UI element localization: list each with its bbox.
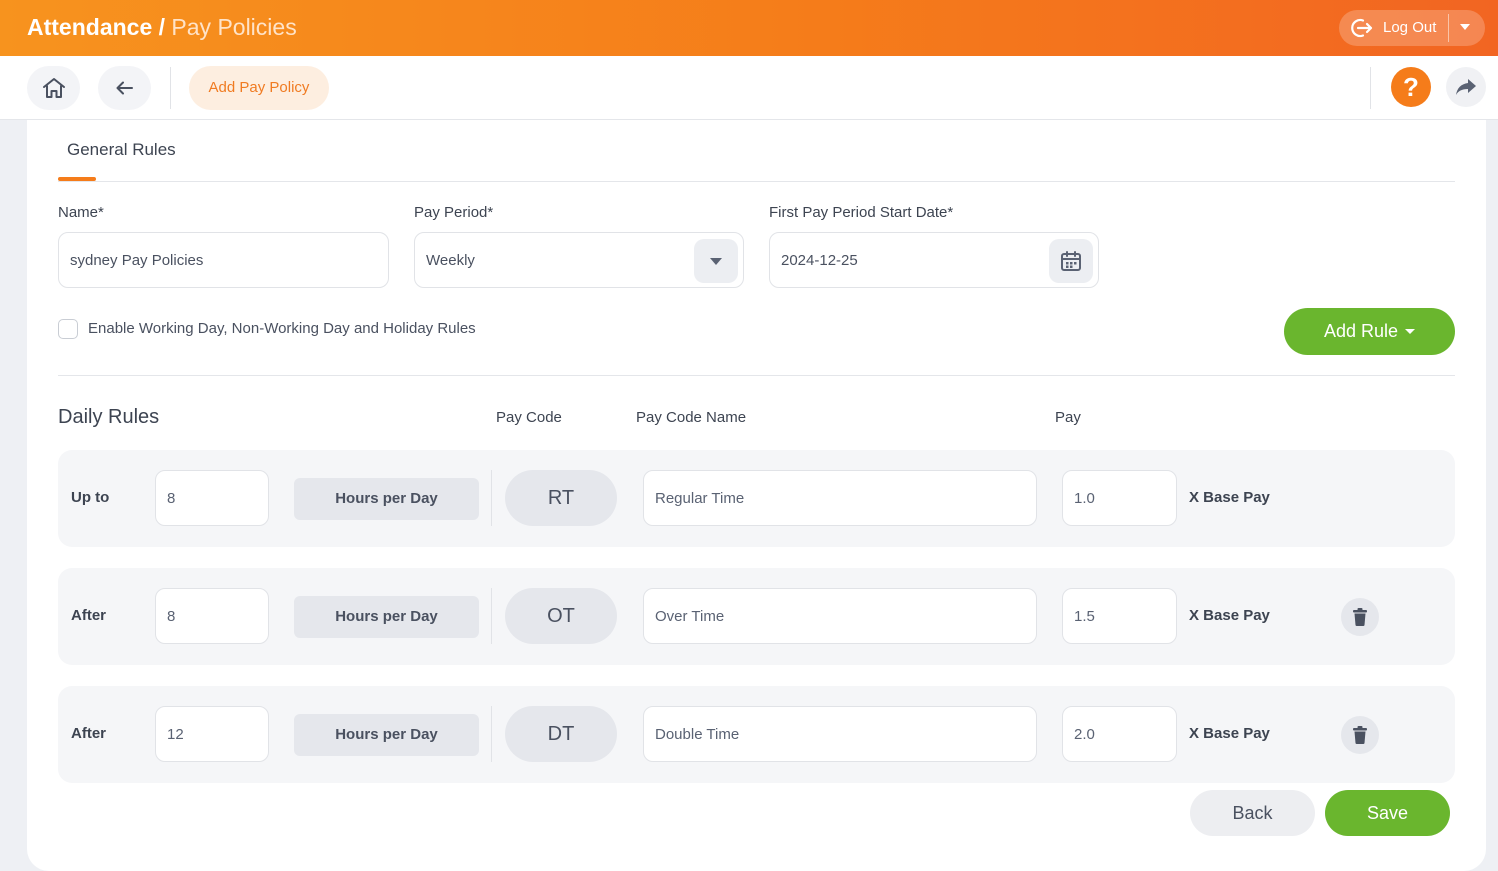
add-rule-button[interactable]: Add Rule	[1284, 308, 1455, 355]
multiplier-input[interactable]: 1.5	[1062, 588, 1177, 644]
col-header-pay-code-name: Pay Code Name	[636, 409, 747, 426]
hours-value: 8	[167, 490, 176, 507]
daily-rules-title: Daily Rules	[58, 406, 160, 428]
hours-value: 8	[167, 608, 176, 625]
toolbar-divider	[1370, 67, 1371, 109]
chevron-down-icon[interactable]	[1460, 24, 1470, 30]
pay-code-name-value: Regular Time	[655, 490, 745, 507]
calendar-icon	[1061, 251, 1081, 271]
pay-code-name-value: Over Time	[655, 608, 725, 625]
multiplier-input[interactable]: 2.0	[1062, 706, 1177, 762]
pay-code-badge[interactable]: DT	[505, 706, 617, 762]
base-pay-suffix: X Base Pay	[1189, 607, 1270, 624]
arrow-left-icon	[116, 81, 133, 95]
multiplier-value: 2.0	[1074, 726, 1095, 743]
rule-row: After 12 Hours per Day DT Double Time 2.…	[58, 686, 1455, 783]
help-button[interactable]: ?	[1391, 67, 1431, 107]
hours-input[interactable]: 8	[155, 588, 269, 644]
pay-code-badge[interactable]: RT	[505, 470, 617, 526]
add-pay-policy-button[interactable]: Add Pay Policy	[189, 66, 329, 110]
toolbar: Add Pay Policy ?	[0, 56, 1498, 120]
logout-divider	[1448, 14, 1449, 42]
start-date-input[interactable]: 2024-12-25	[769, 232, 1099, 288]
trash-icon	[1353, 608, 1367, 626]
logout-label: Log Out	[1383, 19, 1437, 36]
enable-rules-label: Enable Working Day, Non-Working Day and …	[88, 320, 476, 337]
logout-button[interactable]: Log Out	[1339, 10, 1485, 46]
rule-condition: Up to	[71, 489, 110, 506]
toolbar-divider	[170, 67, 171, 109]
help-icon: ?	[1403, 72, 1419, 102]
pay-period-label: Pay Period*	[414, 204, 494, 221]
start-date-label: First Pay Period Start Date*	[769, 204, 954, 221]
active-tab-indicator	[58, 177, 96, 181]
pay-period-value: Weekly	[426, 252, 475, 269]
hours-input[interactable]: 8	[155, 470, 269, 526]
row-divider	[491, 470, 492, 526]
row-divider	[491, 706, 492, 762]
page-title: Attendance / Pay Policies	[27, 14, 297, 41]
share-button[interactable]	[1446, 67, 1486, 107]
rule-condition: After	[71, 725, 107, 742]
logout-icon	[1351, 18, 1373, 38]
home-button[interactable]	[27, 66, 80, 110]
col-header-pay-code: Pay Code	[496, 409, 562, 426]
back-button[interactable]: Back	[1190, 790, 1315, 836]
back-nav-button[interactable]	[98, 66, 151, 110]
unit-selector[interactable]: Hours per Day	[294, 478, 479, 520]
hours-value: 12	[167, 726, 184, 743]
base-pay-suffix: X Base Pay	[1189, 489, 1270, 506]
rule-row: After 8 Hours per Day OT Over Time 1.5 X…	[58, 568, 1455, 665]
calendar-button[interactable]	[1049, 239, 1093, 283]
home-icon	[43, 78, 65, 98]
multiplier-value: 1.0	[1074, 490, 1095, 507]
base-pay-suffix: X Base Pay	[1189, 725, 1270, 742]
pay-period-dropdown-button[interactable]	[694, 239, 738, 283]
pay-code-name-value: Double Time	[655, 726, 740, 743]
delete-rule-button[interactable]	[1341, 716, 1379, 754]
rule-condition: After	[71, 607, 107, 624]
name-value: sydney Pay Policies	[70, 252, 204, 269]
share-icon	[1456, 79, 1476, 95]
tab-bar-line	[58, 181, 1455, 182]
chevron-down-icon	[1405, 329, 1415, 334]
chevron-down-icon	[710, 258, 722, 265]
unit-selector[interactable]: Hours per Day	[294, 714, 479, 756]
rule-row: Up to 8 Hours per Day RT Regular Time 1.…	[58, 450, 1455, 547]
unit-selector[interactable]: Hours per Day	[294, 596, 479, 638]
pay-code-name-input[interactable]: Regular Time	[643, 470, 1037, 526]
title-separator: /	[152, 14, 172, 40]
pay-period-select[interactable]: Weekly	[414, 232, 744, 288]
title-main: Attendance	[27, 14, 153, 40]
hours-input[interactable]: 12	[155, 706, 269, 762]
col-header-pay: Pay	[1055, 409, 1081, 426]
enable-rules-checkbox[interactable]	[58, 319, 78, 339]
section-divider	[58, 375, 1455, 376]
multiplier-input[interactable]: 1.0	[1062, 470, 1177, 526]
name-label: Name*	[58, 204, 104, 221]
name-input[interactable]: sydney Pay Policies	[58, 232, 389, 288]
trash-icon	[1353, 726, 1367, 744]
pay-code-name-input[interactable]: Over Time	[643, 588, 1037, 644]
pay-code-badge[interactable]: OT	[505, 588, 617, 644]
multiplier-value: 1.5	[1074, 608, 1095, 625]
tab-general-rules[interactable]: General Rules	[67, 140, 176, 160]
add-rule-label: Add Rule	[1324, 321, 1399, 341]
save-button[interactable]: Save	[1325, 790, 1450, 836]
pay-code-name-input[interactable]: Double Time	[643, 706, 1037, 762]
title-sub: Pay Policies	[171, 14, 297, 40]
delete-rule-button[interactable]	[1341, 598, 1379, 636]
app-header: Attendance / Pay Policies Log Out	[0, 0, 1498, 56]
row-divider	[491, 588, 492, 644]
start-date-value: 2024-12-25	[781, 252, 858, 269]
